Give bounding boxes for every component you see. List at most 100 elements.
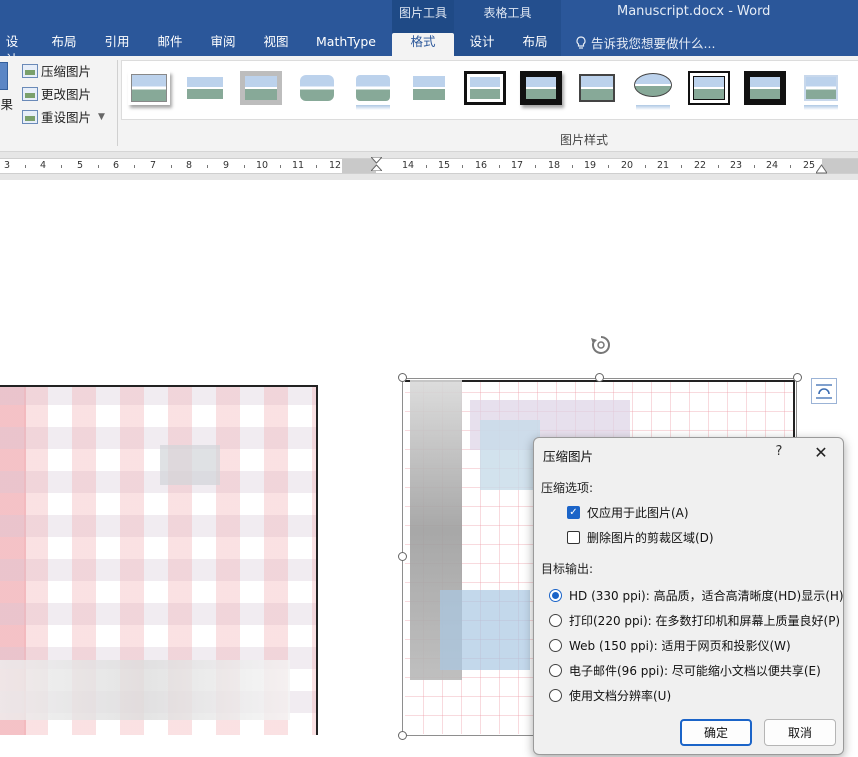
ruler-number: 19 [583,160,597,171]
resolution-print-radio[interactable]: 打印(220 ppi): 在多数打印机和屏幕上质量良好(P) [549,612,840,629]
lightbulb-icon [576,35,586,49]
picture-style-thumb[interactable] [520,71,562,105]
indent-marker-icon[interactable] [371,157,382,171]
tab-view[interactable]: 视图 [260,33,292,56]
tab-table-design[interactable]: 设计 [465,33,499,56]
ok-button[interactable]: 确定 [680,719,752,746]
help-icon[interactable]: ? [772,444,786,459]
resolution-web-label: Web (150 ppi): 适用于网页和投影仪(W) [569,639,791,653]
picture-style-thumb[interactable] [744,71,786,105]
checkbox-checked-icon[interactable]: ✓ [567,506,580,519]
change-picture-label: 更改图片 [41,87,92,102]
delete-cropped-label: 删除图片的剪裁区域(D) [587,531,714,545]
radio-unselected-icon[interactable] [549,639,562,652]
resolution-hd-radio[interactable]: HD (330 ppi): 高品质，适合高清晰度(HD)显示(H) [549,587,844,604]
compress-pictures-dialog: 压缩图片 ? ✕ 压缩选项: ✓ 仅应用于此图片(A) 删除图片的剪裁区域(D)… [533,437,844,755]
change-picture-button[interactable]: 更改图片 [22,84,91,103]
picture-style-thumb[interactable] [240,71,282,105]
ruler-number: 8 [185,160,193,171]
ruler-number: 21 [656,160,670,171]
ruler-number: 14 [401,160,415,171]
picture-style-thumb[interactable] [464,71,506,105]
picture-styles-group-label: 图片样式 [560,133,609,147]
left-figure-blur [0,660,290,720]
ruler-number: 9 [222,160,230,171]
resolution-document-radio[interactable]: 使用文档分辨率(U) [549,687,671,704]
tab-references[interactable]: 引用 [101,33,133,56]
picture-style-thumb[interactable] [352,71,394,110]
ruler-number: 5 [76,160,84,171]
resolution-email-label: 电子邮件(96 ppi): 尽可能缩小文档以便共享(E) [569,664,821,678]
tell-me-text: 告诉我您想要做什么... [591,36,716,51]
tab-layout[interactable]: 布局 [48,33,80,56]
tab-mathtype[interactable]: MathType [311,33,381,56]
resize-handle[interactable] [398,552,407,561]
artistic-effects-label[interactable]: 效果 [0,94,13,113]
picture-styles-gallery[interactable] [121,60,858,120]
ruler-margin-shade [822,159,858,173]
picture-style-thumb[interactable] [688,71,730,105]
ruler-number: 25 [802,160,816,171]
resize-handle[interactable] [398,731,407,740]
picture-style-thumb[interactable] [184,71,226,105]
tell-me-box[interactable]: 告诉我您想要做什么... [575,33,715,52]
table-tools-label: 表格工具 [483,6,532,20]
picture-style-thumb[interactable] [408,71,450,105]
radio-unselected-icon[interactable] [549,689,562,702]
target-output-label: 目标输出: [541,562,594,576]
compress-picture-label: 压缩图片 [41,64,92,79]
ribbon-group-divider [117,60,118,146]
resolution-print-label: 打印(220 ppi): 在多数打印机和屏幕上质量良好(P) [569,614,841,628]
chevron-down-icon[interactable]: ▼ [98,112,105,122]
picture-style-thumb[interactable] [128,71,170,105]
document-title: Manuscript.docx - Word [617,4,771,19]
resolution-document-label: 使用文档分辨率(U) [569,689,672,703]
ribbon: 效果 压缩图片 更改图片 重设图片 ▼ 图片样式 [0,56,858,152]
ruler-number: 24 [765,160,779,171]
resolution-email-radio[interactable]: 电子邮件(96 ppi): 尽可能缩小文档以便共享(E) [549,662,821,679]
ruler-number: 6 [112,160,120,171]
layout-options-icon[interactable] [811,378,837,404]
delete-cropped-checkbox[interactable]: 删除图片的剪裁区域(D) [567,529,714,546]
picture-style-thumb[interactable] [296,71,338,105]
reset-picture-label: 重设图片 [41,110,92,125]
artistic-effects-icon[interactable] [0,62,8,90]
ruler-number: 7 [149,160,157,171]
ruler-number: 11 [291,160,305,171]
rotate-handle-icon[interactable] [590,334,612,356]
tab-table-layout[interactable]: 布局 [518,33,552,56]
compress-picture-icon [22,63,38,78]
resize-handle[interactable] [398,373,407,382]
picture-style-thumb[interactable] [576,71,618,105]
resize-handle[interactable] [595,373,604,382]
horizontal-ruler[interactable]: 3 4 5 6 7 8 9 10 11 12 14 15 16 17 18 19… [0,157,858,175]
ruler-number: 18 [547,160,561,171]
tab-mailings[interactable]: 邮件 [154,33,186,56]
ruler-number: 4 [39,160,47,171]
tab-design[interactable]: 设计 [0,33,24,67]
radio-unselected-icon[interactable] [549,614,562,627]
resize-handle[interactable] [793,373,802,382]
radio-unselected-icon[interactable] [549,664,562,677]
apply-only-this-checkbox[interactable]: ✓ 仅应用于此图片(A) [567,504,689,521]
picture-style-thumb[interactable] [800,71,842,110]
cancel-button[interactable]: 取消 [764,719,836,746]
compress-picture-button[interactable]: 压缩图片 [22,61,91,80]
dialog-title: 压缩图片 [543,449,594,464]
tab-format[interactable]: 格式 [392,33,454,56]
ruler-number: 12 [328,160,342,171]
picture-tools-label: 图片工具 [398,6,447,20]
resolution-hd-label: HD (330 ppi): 高品质，适合高清晰度(HD)显示(H) [569,589,844,603]
resolution-web-radio[interactable]: Web (150 ppi): 适用于网页和投影仪(W) [549,637,791,654]
apply-only-this-label: 仅应用于此图片(A) [587,506,689,520]
ruler-number: 17 [510,160,524,171]
close-icon[interactable]: ✕ [813,443,829,462]
right-indent-marker-icon[interactable] [816,161,827,175]
tab-review[interactable]: 审阅 [207,33,239,56]
radio-selected-icon[interactable] [549,589,562,602]
reset-picture-button[interactable]: 重设图片 ▼ [22,107,105,126]
reset-picture-icon [22,109,38,124]
ruler-number: 20 [620,160,634,171]
checkbox-unchecked-icon[interactable] [567,531,580,544]
picture-style-thumb[interactable] [632,71,674,110]
